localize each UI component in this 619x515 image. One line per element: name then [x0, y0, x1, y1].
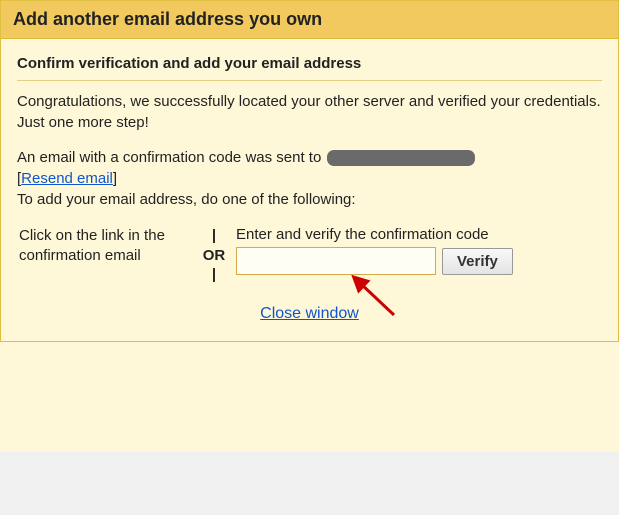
dialog-title: Add another email address you own — [13, 9, 606, 30]
dialog-subtitle: Confirm verification and add your email … — [17, 51, 602, 81]
or-separator: | OR | — [192, 226, 236, 285]
add-email-dialog: Add another email address you own Confir… — [0, 0, 619, 342]
option-enter-code: Enter and verify the confirmation code V… — [236, 226, 600, 281]
dialog-content: Confirm verification and add your email … — [1, 39, 618, 341]
arrow-icon — [346, 275, 406, 323]
options-row: Click on the link in the confirmation em… — [19, 226, 600, 285]
or-sep-bot: | — [192, 265, 236, 285]
obscured-email — [327, 150, 475, 166]
verify-button[interactable]: Verify — [442, 248, 513, 275]
bracket-close: ] — [113, 170, 117, 187]
congrats-message: Congratulations, we successfully located… — [17, 91, 602, 133]
sent-to-text: An email with a confirmation code was se… — [17, 149, 325, 166]
option-click-link: Click on the link in the confirmation em… — [19, 226, 192, 267]
code-input-row: Verify — [236, 247, 600, 275]
close-row: Close window — [17, 305, 602, 323]
enter-code-label: Enter and verify the confirmation code — [236, 226, 600, 243]
add-instructions: To add your email address, do one of the… — [17, 191, 356, 208]
dialog-header: Add another email address you own — [1, 1, 618, 39]
confirmation-code-input[interactable] — [236, 247, 436, 275]
close-window-link[interactable]: Close window — [260, 305, 359, 322]
bottom-spacer — [0, 342, 619, 452]
resend-email-link[interactable]: Resend email — [21, 170, 113, 187]
or-sep-top: | — [192, 226, 236, 246]
or-sep-mid: OR — [192, 246, 236, 266]
confirmation-info: An email with a confirmation code was se… — [17, 147, 602, 210]
